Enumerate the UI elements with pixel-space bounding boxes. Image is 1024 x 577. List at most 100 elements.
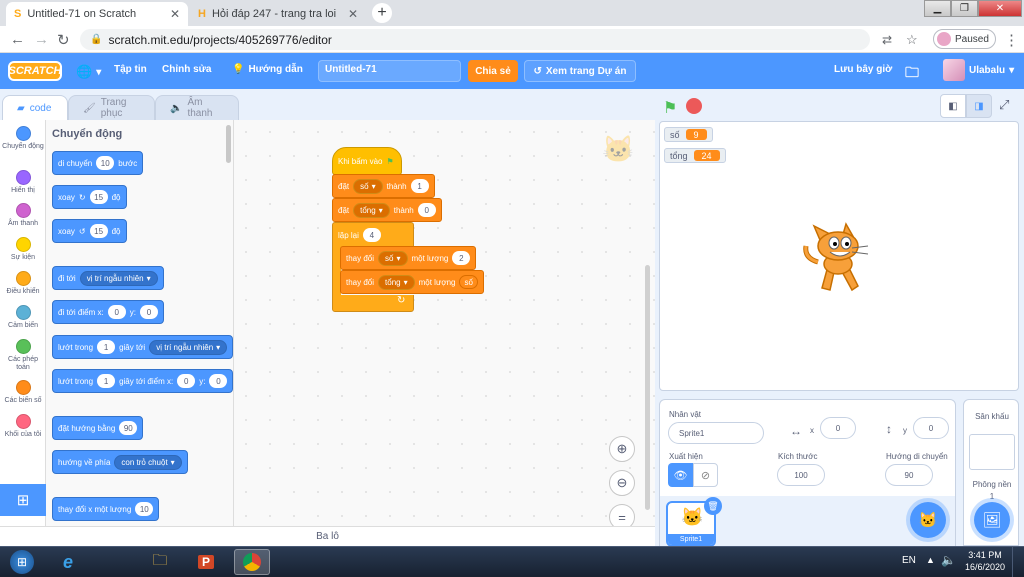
tray-up-arrow-icon[interactable]: ▲ — [926, 555, 935, 565]
size-input[interactable]: 100 — [777, 464, 825, 486]
category-sensing[interactable]: Cảm biến — [0, 305, 46, 330]
block-set-var-so[interactable]: đặt số ▾ thành 1 — [332, 174, 435, 198]
forward-icon[interactable]: → — [34, 31, 49, 48]
category-looks[interactable]: Hiển thị — [0, 170, 46, 195]
category-variables[interactable]: Các biến số — [0, 380, 46, 405]
share-button[interactable]: Chia sẻ — [468, 60, 518, 82]
block-input[interactable]: 0 — [177, 374, 196, 388]
direction-input[interactable]: 90 — [885, 464, 933, 486]
project-title-input[interactable]: Untitled-71 — [318, 60, 461, 82]
close-tab-icon[interactable]: ✕ — [348, 7, 358, 21]
add-extension-button[interactable]: ⊞ — [0, 484, 46, 516]
delete-sprite-button[interactable]: 🗑 — [704, 497, 722, 515]
block-input[interactable]: 1 — [97, 374, 116, 388]
block-input[interactable]: 4 — [362, 228, 381, 242]
hide-sprite-button[interactable]: ⊘ — [693, 463, 718, 487]
file-explorer-icon[interactable]: 🗀 — [142, 549, 178, 575]
workspace-scrollbar[interactable] — [645, 265, 650, 510]
file-menu[interactable]: Tập tin — [114, 64, 147, 75]
internet-explorer-icon[interactable]: e — [50, 549, 86, 575]
block-input[interactable]: 90 — [119, 421, 138, 435]
category-motion[interactable]: Chuyển động — [0, 126, 46, 151]
stage-canvas[interactable]: số 9 tổng 24 — [659, 121, 1019, 391]
block-set-var-tong[interactable]: đặt tổng ▾ thành 0 — [332, 198, 442, 222]
block-input[interactable]: 0 — [107, 305, 126, 319]
block-dropdown[interactable]: số ▾ — [353, 178, 383, 194]
zoom-in-button[interactable]: ⊕ — [609, 436, 635, 462]
block-turn-right[interactable]: xoay ↻ 15 độ — [52, 185, 127, 209]
category-operators[interactable]: Các phép toán — [0, 339, 46, 372]
scratch-logo[interactable]: SCRATCH — [8, 61, 62, 81]
category-my-blocks[interactable]: Khối của tôi — [0, 414, 46, 439]
browser-tab-scratch[interactable]: S Untitled-71 on Scratch ✕ — [6, 2, 188, 26]
close-window-button[interactable]: ✕ — [978, 0, 1022, 17]
stage-selector-pane[interactable]: Sân khấu Phông nền 1 🖼 — [963, 399, 1019, 546]
fullscreen-icon[interactable]: ⤢ — [999, 97, 1009, 113]
zoom-out-button[interactable]: ⊖ — [609, 470, 635, 496]
clock-date[interactable]: 16/6/2020 — [962, 562, 1008, 572]
block-input[interactable]: 1 — [97, 340, 116, 354]
block-input[interactable]: 1 — [410, 179, 429, 193]
powerpoint-icon[interactable]: P — [188, 549, 224, 575]
language-menu[interactable]: 🌐 ▾ — [76, 64, 101, 80]
bookmark-star-icon[interactable]: ☆ — [906, 32, 918, 48]
translate-icon[interactable]: ⇄ — [882, 33, 892, 47]
tab-sounds[interactable]: 🔈 Âm thanh — [155, 95, 239, 121]
x-input[interactable]: 0 — [820, 417, 856, 439]
browser-tab-hoidap[interactable]: H Hỏi đáp 247 - trang tra loi ✕ — [190, 2, 366, 26]
block-dropdown[interactable]: con trỏ chuột ▾ — [114, 454, 182, 470]
block-change-var-tong[interactable]: thay đổi tổng ▾ một lượng số — [340, 270, 484, 294]
minimize-button[interactable]: ▁ — [924, 0, 951, 17]
account-menu[interactable]: Ulabalu ▾ — [943, 59, 1014, 81]
block-dropdown[interactable]: vị trí ngẫu nhiên ▾ — [149, 339, 228, 355]
block-input[interactable]: 15 — [89, 190, 108, 204]
palette-scrollbar[interactable] — [226, 125, 231, 163]
block-dropdown[interactable]: tổng ▾ — [378, 274, 415, 290]
category-control[interactable]: Điều khiển — [0, 271, 46, 296]
chrome-icon[interactable] — [234, 549, 270, 575]
block-point-direction[interactable]: đặt hướng bằng 90 — [52, 416, 144, 440]
block-input[interactable]: 10 — [96, 156, 115, 170]
block-go-to[interactable]: đi tới vị trí ngẫu nhiên ▾ — [52, 266, 164, 290]
block-turn-left[interactable]: xoay ↺ 15 độ — [52, 219, 127, 243]
stage-backdrop-thumbnail[interactable] — [969, 434, 1015, 470]
maximize-button[interactable]: ❐ — [951, 0, 978, 17]
block-move-steps[interactable]: di chuyển 10 bước — [52, 151, 144, 175]
sprite-name-input[interactable]: Sprite1 — [668, 422, 764, 444]
save-now-button[interactable]: Lưu bây giờ — [834, 64, 892, 75]
category-events[interactable]: Sự kiện — [0, 237, 46, 262]
block-input[interactable]: 0 — [417, 203, 436, 217]
clock-time[interactable]: 3:41 PM — [966, 550, 1004, 560]
see-project-page-button[interactable]: ↺ Xem trang Dự án — [524, 60, 636, 82]
close-tab-icon[interactable]: ✕ — [170, 7, 180, 21]
choose-backdrop-button[interactable]: 🖼 — [974, 502, 1010, 538]
volume-icon[interactable]: 🔈 — [941, 553, 956, 567]
back-icon[interactable]: ← — [10, 31, 25, 48]
block-dropdown[interactable]: tổng ▾ — [353, 202, 390, 218]
block-input[interactable]: 0 — [209, 374, 228, 388]
code-workspace[interactable]: 🐱 Khi bấm vào ⚑ đặt số ▾ thành 1 đặt tổng ▾ thàn… — [234, 120, 655, 530]
backpack-bar[interactable]: Ba lô — [0, 526, 655, 546]
block-dropdown[interactable]: số ▾ — [378, 250, 408, 266]
block-point-towards[interactable]: hướng về phía con trỏ chuột ▾ — [52, 450, 188, 474]
block-dropdown[interactable]: vị trí ngẫu nhiên ▾ — [79, 270, 158, 286]
small-stage-button[interactable]: ◧ — [940, 94, 966, 118]
y-input[interactable]: 0 — [913, 417, 949, 439]
language-indicator[interactable]: EN — [902, 555, 916, 566]
tab-costumes[interactable]: 🖌 Trang phục — [68, 95, 155, 121]
block-go-to-xy[interactable]: đi tới điểm x: 0 y: 0 — [52, 300, 164, 324]
show-desktop-button[interactable] — [1012, 547, 1024, 577]
address-bar[interactable]: 🔒 scratch.mit.edu/projects/405269776/edi… — [80, 29, 870, 50]
green-flag-icon[interactable]: ⚑ — [663, 98, 677, 118]
category-sound[interactable]: Âm thanh — [0, 203, 46, 228]
browser-menu-icon[interactable]: ⋮ — [1004, 31, 1019, 49]
block-when-flag-clicked[interactable]: Khi bấm vào ⚑ — [332, 147, 402, 175]
stop-icon[interactable] — [686, 98, 702, 114]
tab-code[interactable]: ▰ code — [2, 95, 68, 121]
profile-paused-button[interactable]: Paused — [933, 29, 996, 49]
block-change-x[interactable]: thay đổi x một lượng 10 — [52, 497, 160, 521]
choose-sprite-button[interactable]: 🐱 — [910, 502, 946, 538]
my-stuff-folder-icon[interactable]: 🗀 — [905, 62, 919, 86]
block-input[interactable]: 10 — [135, 502, 154, 516]
tutorials-menu[interactable]: 💡 Hướng dẫn — [232, 64, 303, 75]
